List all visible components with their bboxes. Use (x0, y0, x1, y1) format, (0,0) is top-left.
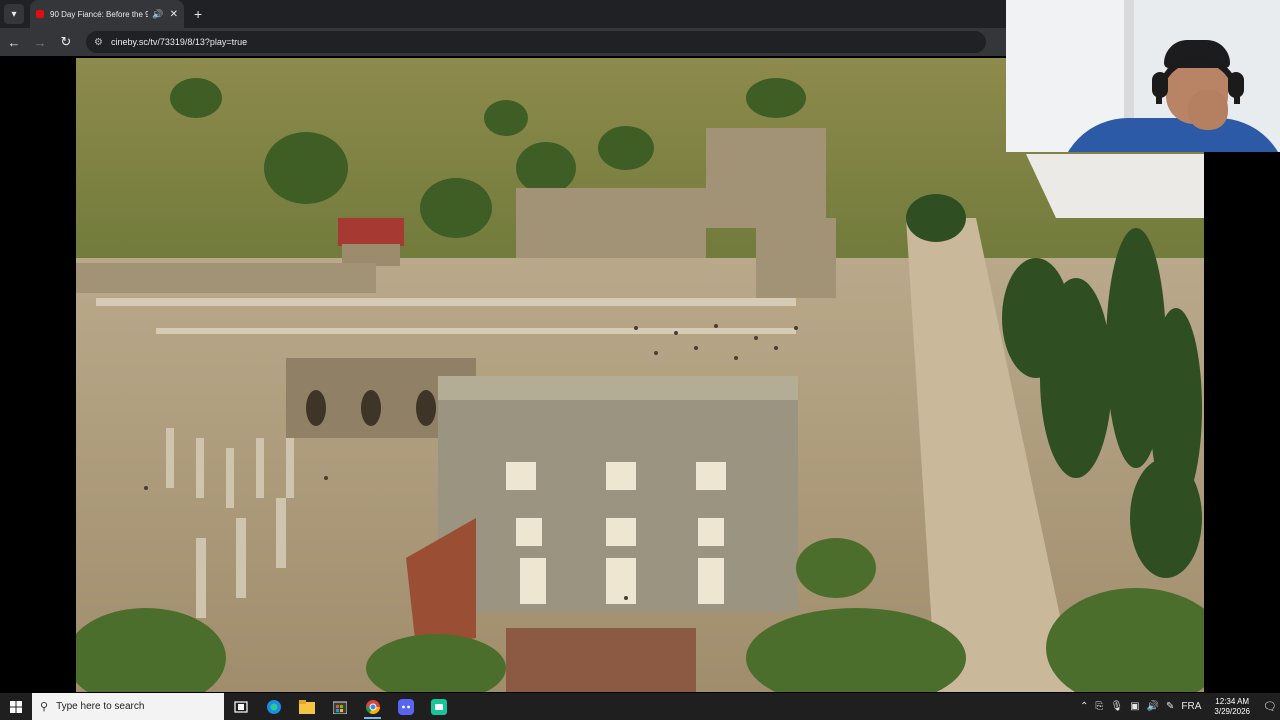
chevron-up-icon[interactable]: ⌃ (1080, 701, 1088, 712)
system-tray: ⌃ ⎘ 🎙 ▣ 🔊 ✎ FRA 12:34 AM 3/29/2026 🗨 (1080, 693, 1280, 720)
browser-tabstrip: ▾ 90 Day Fiancé: Before the 9 🔊 ✕ + (0, 0, 1006, 28)
volume-icon[interactable]: 🔊 (1147, 701, 1159, 712)
favicon-icon (36, 10, 44, 18)
video-player[interactable] (76, 58, 1204, 692)
url-text: cineby.sc/tv/73319/8/13?play=true (110, 37, 248, 47)
language-indicator[interactable]: FRA (1181, 701, 1201, 712)
chevron-down-icon[interactable]: ▾ (4, 4, 24, 24)
microphone-icon[interactable]: 🎙 (1110, 701, 1123, 712)
close-icon[interactable]: ✕ (170, 9, 178, 20)
chrome-icon[interactable] (356, 693, 389, 720)
arrow-left-icon[interactable]: ← (2, 30, 26, 54)
search-placeholder: Type here to search (56, 701, 145, 712)
notification-icon[interactable]: 🗨 (1260, 693, 1280, 720)
headphone-ear-right (1228, 72, 1244, 98)
address-bar[interactable]: ⚙ cineby.sc/tv/73319/8/13?play=true (86, 31, 986, 53)
plus-icon[interactable]: + (194, 7, 202, 21)
speaker-icon[interactable]: 🔊 (152, 9, 163, 20)
windows-logo-icon[interactable] (0, 693, 32, 720)
tab-active[interactable]: 90 Day Fiancé: Before the 9 🔊 ✕ (30, 0, 184, 28)
clock-time: 12:34 AM (1215, 696, 1250, 706)
tune-icon[interactable]: ⚙ (94, 37, 103, 48)
edge-icon[interactable] (257, 693, 290, 720)
reload-icon[interactable]: ↻ (54, 30, 78, 54)
screen: ▾ 90 Day Fiancé: Before the 9 🔊 ✕ + ← → … (0, 0, 1280, 720)
file-explorer-icon[interactable] (290, 693, 323, 720)
tab-title: 90 Day Fiancé: Before the 9 (50, 9, 149, 19)
webcam-hand (1188, 90, 1228, 130)
video-frame (76, 58, 1204, 692)
network-icon[interactable]: ▣ (1130, 701, 1139, 712)
arrow-right-icon[interactable]: → (28, 30, 52, 54)
headphone-ear-left (1152, 72, 1168, 98)
clock[interactable]: 12:34 AM 3/29/2026 (1214, 697, 1250, 717)
store-icon[interactable] (323, 693, 356, 720)
webcam-overlay (1006, 0, 1280, 152)
search-icon: ⚲ (40, 701, 49, 713)
browser-toolbar: ← → ↻ ⚙ cineby.sc/tv/73319/8/13?play=tru… (0, 28, 1006, 56)
task-view-icon[interactable] (224, 693, 257, 720)
clock-date: 3/29/2026 (1214, 706, 1250, 716)
taskbar: ⚲ Type here to search ⌃ ⎘ 🎙 ▣ 🔊 ✎ FRA 12… (0, 693, 1280, 720)
pen-icon[interactable]: ✎ (1166, 701, 1174, 712)
taskbar-search[interactable]: ⚲ Type here to search (32, 693, 224, 720)
discord-icon[interactable] (389, 693, 422, 720)
app-icon[interactable] (422, 693, 455, 720)
usb-icon[interactable]: ⎘ (1095, 701, 1103, 712)
